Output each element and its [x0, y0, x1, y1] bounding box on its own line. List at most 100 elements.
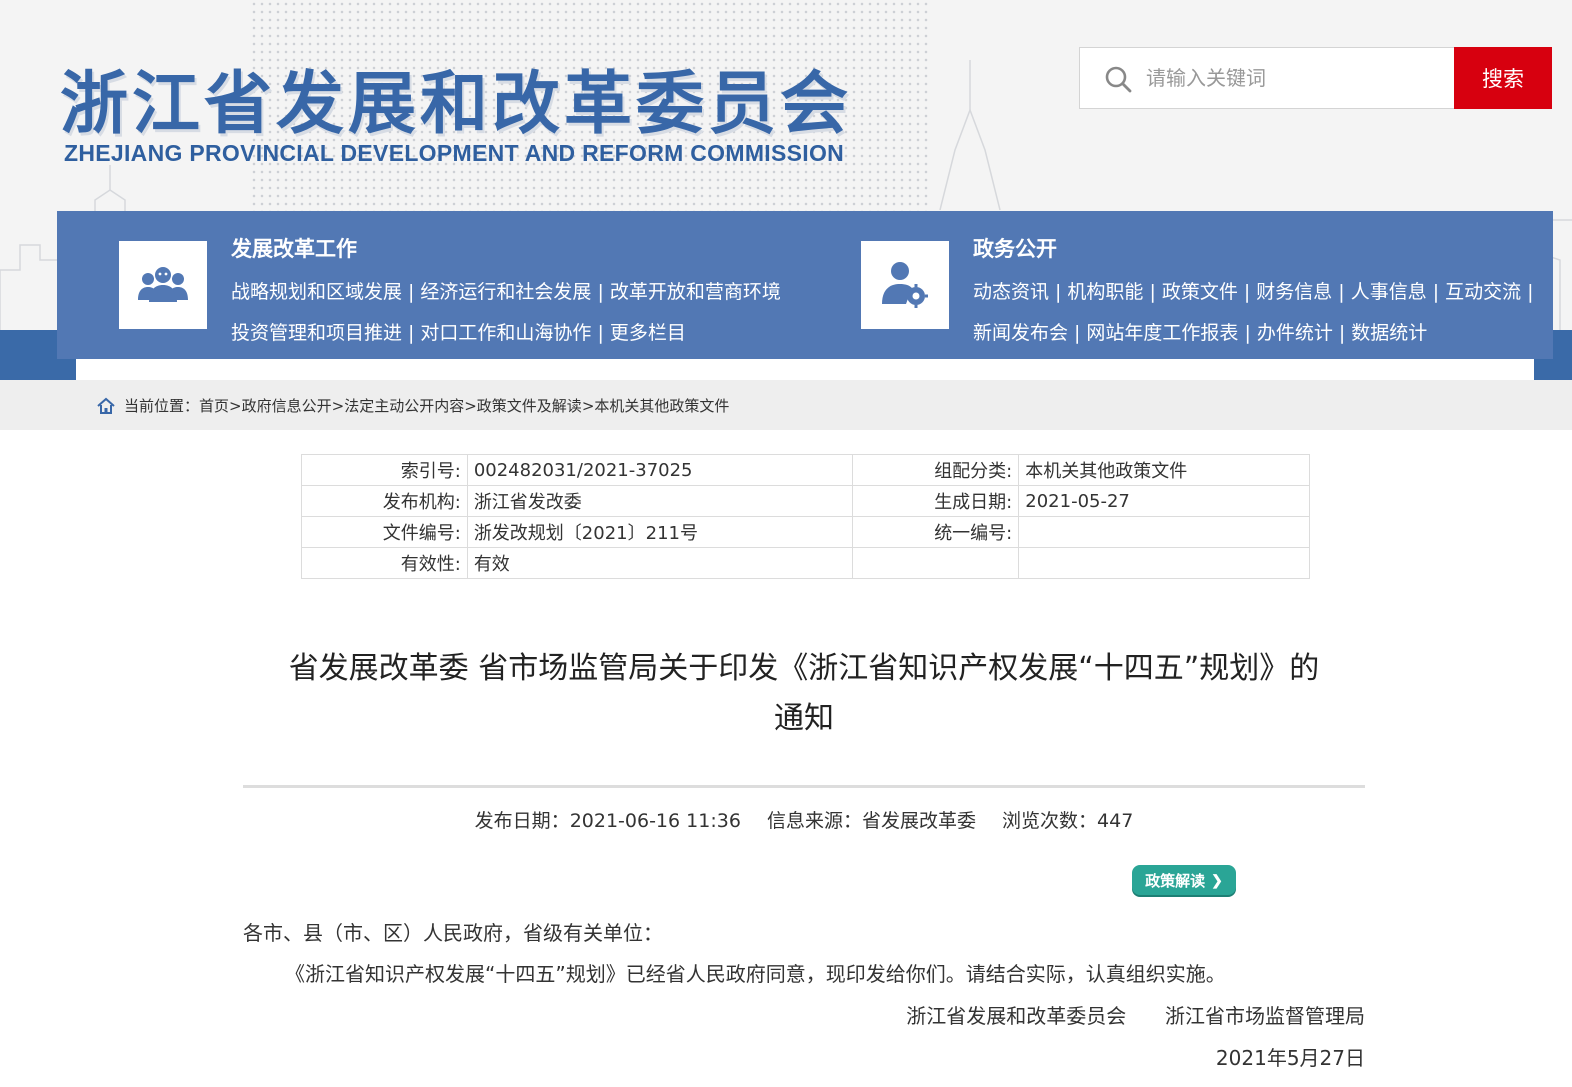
- nav-icon-box-government: [861, 241, 949, 329]
- breadcrumb-prefix: 当前位置：: [124, 397, 200, 415]
- publish-date: 2021-06-16 11:36: [569, 810, 741, 832]
- user-gear-icon: [882, 262, 928, 308]
- nav-section-development: 发展改革工作 战略规划和区域发展 | 经济运行和社会发展 | 改革开放和营商环境 投资管…: [57, 211, 797, 359]
- nav-link[interactable]: 新闻发布会: [973, 322, 1068, 344]
- search-input[interactable]: [1146, 60, 1446, 96]
- signature-ndrc: 浙江省发展和改革委员会: [906, 1004, 1127, 1028]
- nav-link[interactable]: 更多栏目: [610, 322, 686, 344]
- meta-label: [852, 547, 1020, 579]
- meta-label: 组配分类:: [852, 454, 1020, 486]
- nav-separator: |: [1527, 281, 1534, 303]
- breadcrumb-item[interactable]: 法定主动公开内容: [344, 395, 464, 416]
- nav-separator: |: [1243, 281, 1251, 303]
- meta-value: 有效: [466, 547, 854, 579]
- nav-separator: |: [408, 322, 415, 344]
- main-nav-panel: 发展改革工作 战略规划和区域发展 | 经济运行和社会发展 | 改革开放和营商环境 投资管…: [57, 211, 1553, 359]
- nav-link[interactable]: 网站年度工作报表: [1086, 322, 1238, 344]
- nav-separator: |: [1074, 322, 1081, 344]
- breadcrumb-separator: >: [229, 396, 242, 415]
- meta-value: 浙江省发改委: [466, 485, 854, 517]
- nav-links-row: 动态资讯 | 机构职能 | 政策文件 | 财务信息 | 人事信息 | 互动交流 |: [973, 277, 1540, 304]
- title-divider: [243, 785, 1365, 788]
- breadcrumb-trail: 当前位置： 首页 > 政府信息公开 > 法定主动公开内容 > 政策文件及解读 > 本机关…: [96, 395, 729, 416]
- article-title-line: 省发展改革委 省市场监管局关于印发《浙江省知识产权发展“十四五”规划》的: [288, 651, 1320, 686]
- nav-separator: |: [597, 281, 604, 303]
- nav-links-row: 投资管理和项目推进 | 对口工作和山海协作 | 更多栏目: [231, 318, 686, 345]
- nav-icon-box-development: [119, 241, 207, 329]
- meta-value: 本机关其他政策文件: [1018, 454, 1310, 486]
- nav-link[interactable]: 机构职能: [1067, 281, 1143, 303]
- article-title-line: 通知: [774, 701, 834, 736]
- nav-separator: |: [597, 322, 604, 344]
- site-logo-cn[interactable]: 浙江省发展和改革委员会: [60, 48, 852, 147]
- signature-line: 浙江省发展和改革委员会 浙江省市场监督管理局: [895, 1000, 1365, 1029]
- document-meta-table: 索引号: 002482031/2021-37025 组配分类: 本机关其他政策文…: [301, 454, 1310, 579]
- table-row: 发布机构: 浙江省发改委 生成日期: 2021-05-27: [301, 485, 1310, 517]
- article-title: 省发展改革委 省市场监管局关于印发《浙江省知识产权发展“十四五”规划》的 通知: [240, 644, 1368, 744]
- header-white-band: [76, 358, 1534, 380]
- nav-link[interactable]: 动态资讯: [973, 281, 1049, 303]
- nav-link[interactable]: 投资管理和项目推进: [231, 322, 402, 344]
- breadcrumb: 当前位置： 首页 > 政府信息公开 > 法定主动公开内容 > 政策文件及解读 > 本机关…: [0, 380, 1572, 430]
- nav-title-government[interactable]: 政务公开: [973, 233, 1057, 263]
- meta-label: 统一编号:: [852, 516, 1020, 548]
- nav-link[interactable]: 数据统计: [1351, 322, 1427, 344]
- table-row: 索引号: 002482031/2021-37025 组配分类: 本机关其他政策文…: [301, 454, 1310, 486]
- meta-label: 发布机构:: [301, 485, 468, 517]
- site-header: 浙江省发展和改革委员会 ZHEJIANG PROVINCIAL DEVELOPM…: [0, 0, 1572, 380]
- signature-samr: 浙江省市场监督管理局: [1165, 1004, 1365, 1028]
- nav-link[interactable]: 经济运行和社会发展: [420, 281, 591, 303]
- breadcrumb-item[interactable]: 首页: [199, 395, 229, 416]
- nav-links-row: 战略规划和区域发展 | 经济运行和社会发展 | 改革开放和营商环境: [231, 277, 781, 304]
- search-icon: [1105, 66, 1132, 93]
- chevron-right-icon: ❯: [1211, 871, 1223, 888]
- table-row: 有效性: 有效: [301, 547, 1310, 579]
- source-label: 信息来源：: [766, 810, 862, 832]
- meta-label: 索引号:: [301, 454, 468, 486]
- breadcrumb-separator: >: [331, 396, 345, 415]
- nav-title-development[interactable]: 发展改革工作: [231, 233, 357, 263]
- views-label: 浏览次数：: [1002, 810, 1098, 832]
- nav-link[interactable]: 战略规划和区域发展: [231, 281, 402, 303]
- source-value: 省发展改革委: [861, 810, 976, 832]
- meta-value: [1018, 547, 1310, 579]
- sign-date: 2021年5月27日: [1215, 1046, 1365, 1070]
- nav-links-row: 新闻发布会 | 网站年度工作报表 | 办件统计 | 数据统计: [973, 318, 1427, 345]
- nav-link[interactable]: 办件统计: [1257, 322, 1333, 344]
- nav-link[interactable]: 政策文件: [1162, 281, 1238, 303]
- search-button[interactable]: 搜索: [1454, 47, 1552, 109]
- nav-link[interactable]: 改革开放和营商环境: [610, 281, 781, 303]
- breadcrumb-item[interactable]: 政策文件及解读: [477, 395, 582, 416]
- search-box: 搜索: [1079, 47, 1552, 109]
- nav-separator: |: [408, 281, 415, 303]
- source-item: 信息来源：省发展改革委: [767, 810, 976, 832]
- publish-date-label: 发布日期：: [474, 810, 570, 832]
- breadcrumb-separator: >: [581, 396, 595, 415]
- meta-value: 002482031/2021-37025: [466, 454, 854, 486]
- nav-section-government: 政务公开 动态资讯 | 机构职能 | 政策文件 | 财务信息 | 人事信息 | 互动交流 | 新闻发布…: [799, 211, 1553, 359]
- breadcrumb-item[interactable]: 政府信息公开: [242, 395, 332, 416]
- nav-link[interactable]: 人事信息: [1351, 281, 1427, 303]
- body-paragraph: 《浙江省知识产权发展“十四五”规划》已经省人民政府同意，现印发给你们。请结合实际…: [285, 962, 1226, 986]
- nav-link[interactable]: 互动交流: [1445, 281, 1521, 303]
- nav-link[interactable]: 财务信息: [1256, 281, 1332, 303]
- nav-separator: |: [1338, 281, 1345, 303]
- home-icon: [97, 397, 115, 414]
- site-logo-en: ZHEJIANG PROVINCIAL DEVELOPMENT AND REFO…: [64, 140, 845, 166]
- nav-separator: |: [1055, 281, 1062, 303]
- nav-separator: |: [1244, 322, 1251, 344]
- salutation: 各市、县（市、区）人民政府，省级有关单位：: [243, 921, 663, 945]
- policy-interpretation-button[interactable]: 政策解读 ❯: [1132, 865, 1236, 895]
- views-count: 447: [1097, 810, 1134, 832]
- nav-separator: |: [1432, 281, 1440, 303]
- nav-link[interactable]: 对口工作和山海协作: [420, 322, 591, 344]
- meta-label: 文件编号:: [301, 516, 468, 548]
- meta-value: 2021-05-27: [1018, 485, 1310, 517]
- meta-value: [1018, 516, 1310, 548]
- nav-separator: |: [1149, 281, 1156, 303]
- team-icon: [138, 267, 188, 302]
- policy-button-label: 政策解读: [1145, 872, 1206, 890]
- breadcrumb-item[interactable]: 本机关其他政策文件: [594, 395, 729, 416]
- table-row: 文件编号: 浙发改规划〔2021〕211号 统一编号:: [301, 516, 1310, 548]
- publish-date-item: 发布日期：2021-06-16 11:36: [475, 810, 741, 832]
